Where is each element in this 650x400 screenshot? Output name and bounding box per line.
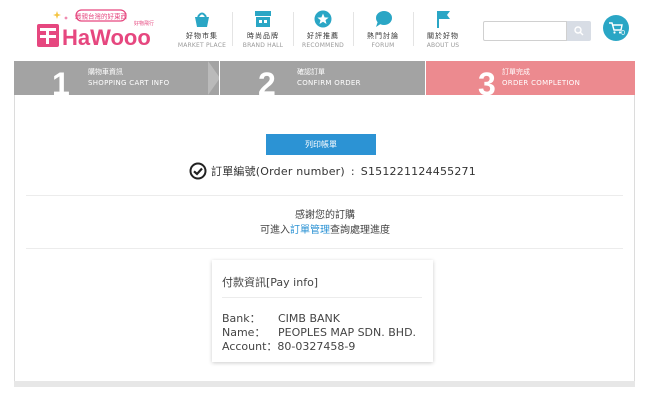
step-number: 2 xyxy=(258,66,276,95)
divider xyxy=(26,248,623,249)
check-circle-icon xyxy=(189,162,207,180)
print-bill-button[interactable]: 列印帳單 xyxy=(266,134,376,155)
store-icon xyxy=(255,11,271,27)
nav-label-zh: 好評推薦 xyxy=(307,32,339,40)
nav-label-en: RECOMMEND xyxy=(302,42,344,49)
nav-label-zh: 熱門討論 xyxy=(367,32,399,40)
nav-label-zh: 好物市集 xyxy=(186,32,218,40)
account-label: Account： xyxy=(222,340,278,353)
step-confirm-order: 2 確認訂單 CONFIRM ORDER xyxy=(220,61,425,95)
logo-wordmark: HaWooo xyxy=(62,25,151,49)
order-management-hint: 可進入訂單管理查詢處理進度 xyxy=(0,223,650,238)
pay-info-card: 付款資訊[Pay info] Bank： CIMB BANK Name： PEOPL… xyxy=(212,260,433,362)
step-label-en: CONFIRM ORDER xyxy=(297,79,361,87)
hawooo-logo[interactable]: 最親台灣的好東西 好物飛行 HaWooo xyxy=(37,9,172,50)
nav-forum[interactable]: 熱門討論 FORUM xyxy=(353,10,413,49)
nav-label-en: BRAND HALL xyxy=(242,42,284,49)
step-label-en: SHOPPING CART INFO xyxy=(88,79,170,87)
nav-label-zh: 關於好物 xyxy=(427,32,459,40)
step-label-en: ORDER COMPLETION xyxy=(502,79,581,87)
order-number-label: 訂單編號(Order number) xyxy=(211,165,345,178)
cart-button[interactable]: 0 xyxy=(603,15,629,41)
star-badge-icon xyxy=(314,10,332,28)
search-icon xyxy=(574,26,584,36)
nav-label-en: ABOUT US xyxy=(426,42,460,49)
step-order-completion: 3 訂單完成 ORDER COMPLETION xyxy=(426,61,635,95)
order-number-value: S151221124455271 xyxy=(360,164,476,178)
thank-you-message: 感謝您的訂購 可進入訂單管理查詢處理進度 xyxy=(0,208,650,238)
flag-icon xyxy=(437,11,450,28)
step-number: 3 xyxy=(478,66,496,95)
hint-prefix: 可進入 xyxy=(260,225,290,236)
pay-account-row: Account：80-0327458-9 xyxy=(222,338,355,354)
order-management-link[interactable]: 訂單管理 xyxy=(290,225,330,236)
nav-about-us[interactable]: 關於好物 ABOUT US xyxy=(413,10,473,49)
order-number-row: 訂單編號(Order number) : S151221124455271 xyxy=(189,160,476,182)
nav-market-place[interactable]: 好物市集 MARKET PLACE xyxy=(172,10,232,49)
shopping-basket-icon xyxy=(195,12,209,27)
site-header: 最親台灣的好東西 好物飛行 HaWooo 好物市集 MARKET PLACE 時… xyxy=(0,0,650,54)
nav-recommend[interactable]: 好評推薦 RECOMMEND xyxy=(293,10,353,49)
search-input[interactable] xyxy=(483,21,567,41)
thank-you-line: 感謝您的訂購 xyxy=(295,210,355,221)
step-shopping-cart-info: 1 購物車資訊 SHOPPING CART INFO xyxy=(14,61,219,95)
nav-label-zh: 時尚品牌 xyxy=(247,32,279,40)
hint-suffix: 查詢處理進度 xyxy=(330,225,390,236)
pay-info-title: 付款資訊[Pay info] xyxy=(222,276,319,289)
logo-badge-text: 最親台灣的好東西 xyxy=(75,11,128,20)
order-number-colon: : xyxy=(350,164,355,178)
cart-count-badge: 0 xyxy=(621,30,625,37)
nav-brand-hall[interactable]: 時尚品牌 BRAND HALL xyxy=(233,10,293,49)
nav-label-en: FORUM xyxy=(371,42,395,49)
account-value: 80-0327458-9 xyxy=(277,340,356,353)
step-label-zh: 訂單完成 xyxy=(502,68,530,76)
step-label-zh: 確認訂單 xyxy=(297,68,325,76)
divider xyxy=(26,195,623,196)
pay-info-divider xyxy=(222,297,422,298)
chat-bubble-icon xyxy=(376,11,392,27)
step-label-zh: 購物車資訊 xyxy=(88,68,123,76)
checkout-steps: 1 購物車資訊 SHOPPING CART INFO 2 確認訂單 CONFIR… xyxy=(14,61,635,95)
step-number: 1 xyxy=(52,66,70,95)
nav-label-en: MARKET PLACE xyxy=(177,42,227,49)
search-button[interactable] xyxy=(567,21,591,41)
page-footer-shade xyxy=(14,381,635,387)
